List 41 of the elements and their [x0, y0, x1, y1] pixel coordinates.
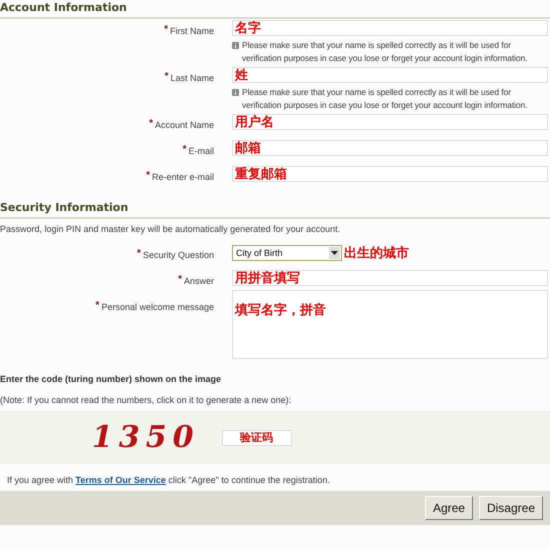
- required-mark: *: [182, 144, 186, 155]
- field-label: Security Question: [142, 250, 214, 260]
- captcha-heading: Enter the code (turing number) shown on the image: [0, 373, 222, 384]
- required-mark: *: [96, 300, 100, 311]
- input-field[interactable]: 名字: [232, 20, 548, 36]
- section-heading: Security Information: [0, 200, 130, 215]
- section-heading: Account Information: [0, 0, 128, 15]
- required-mark: *: [178, 274, 182, 285]
- required-mark: *: [149, 118, 153, 129]
- field-label: Account Name: [154, 120, 214, 130]
- annotation-text: 出生的城市: [344, 244, 409, 262]
- terms-text: If you agree with Terms of Our Service click "Agree" to continue the registration.: [6, 474, 331, 487]
- captcha-note: (Note: If you cannot read the numbers, click on it to generate a new one):: [0, 394, 292, 405]
- input-field[interactable]: 用拼音填写: [232, 270, 548, 286]
- field-label: Answer: [184, 276, 214, 286]
- required-mark: *: [164, 24, 168, 35]
- input-field[interactable]: 重复邮箱: [232, 166, 548, 182]
- hint-text: Please make sure that your name is spelled correctly as it will be used for verification purposes in case you lose or forget your account login information.: [242, 86, 528, 112]
- required-mark: *: [137, 248, 141, 259]
- input-field[interactable]: 用户名: [232, 114, 548, 130]
- terms-link[interactable]: Terms of Our Service: [76, 475, 166, 485]
- info-icon: [232, 42, 239, 49]
- description-text: Password, login PIN and master key will be automatically generated for your account.: [0, 223, 342, 236]
- info-icon: [232, 89, 239, 96]
- field-label: E-mail: [188, 146, 214, 156]
- input-field[interactable]: 姓: [232, 67, 548, 83]
- field-label: Personal welcome message: [101, 302, 214, 312]
- field-label: Re-enter e-mail: [152, 172, 214, 182]
- field-label: Last Name: [170, 73, 214, 83]
- security-question-dropdown[interactable]: City of Birth: [232, 245, 342, 261]
- form-button[interactable]: Agree: [424, 496, 473, 520]
- input-field[interactable]: 邮箱: [232, 140, 548, 156]
- hint-text: Please make sure that your name is spelled correctly as it will be used for verification purposes in case you lose or forget your account login information.: [242, 39, 528, 65]
- dropdown-arrow-icon: [331, 251, 338, 255]
- form-button[interactable]: Disagree: [478, 496, 543, 520]
- captcha-image[interactable]: 1350: [92, 420, 200, 455]
- captcha-field[interactable]: 验证码: [222, 430, 292, 446]
- message-textarea[interactable]: 填写名字，拼音: [232, 290, 548, 359]
- field-label: First Name: [170, 26, 214, 36]
- required-mark: *: [164, 71, 168, 82]
- required-mark: *: [146, 170, 150, 181]
